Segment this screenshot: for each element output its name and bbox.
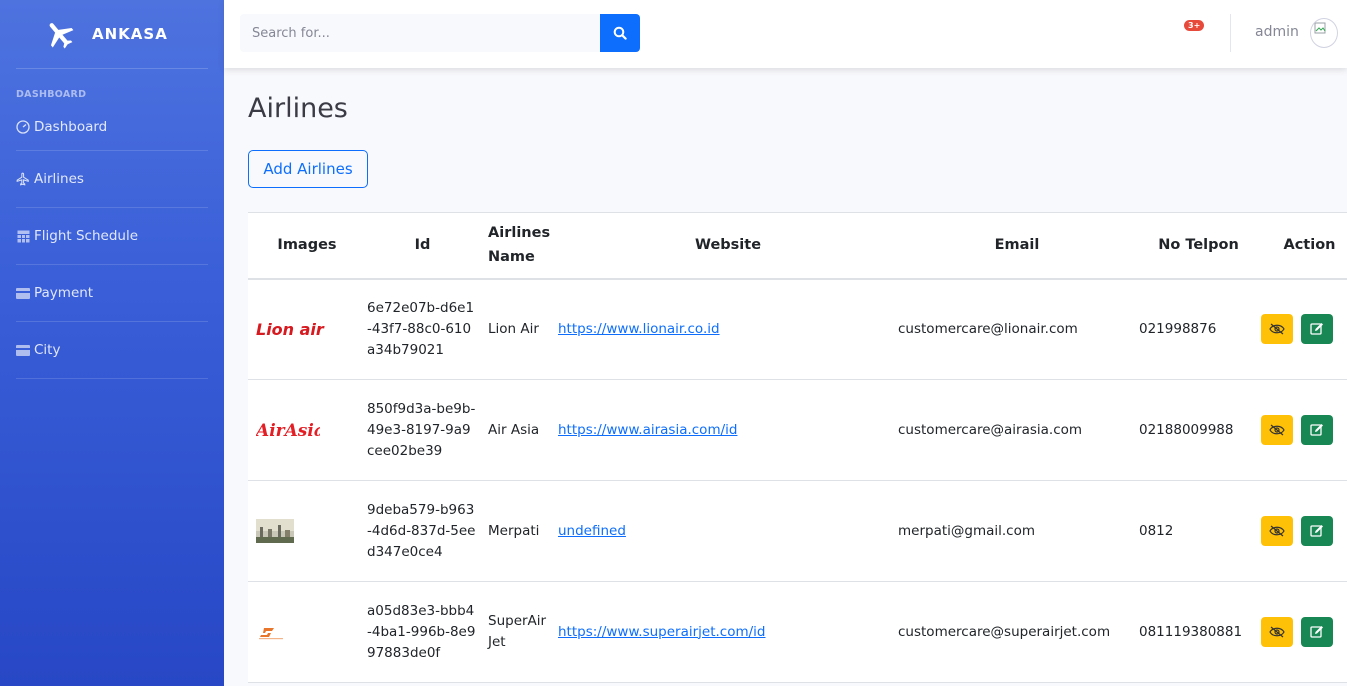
- eye-slash-icon: [1269, 323, 1285, 335]
- search-icon: [613, 26, 627, 40]
- airplane-icon: [16, 172, 30, 186]
- page-title: Airlines: [248, 93, 348, 124]
- website-link[interactable]: https://www.lionair.co.id: [558, 321, 720, 337]
- search-button[interactable]: [600, 14, 640, 52]
- column-header-airlines-name: Airlines Name: [478, 212, 556, 280]
- column-header-id: Id: [358, 212, 478, 280]
- column-header-website: Website: [556, 212, 898, 280]
- add-airlines-button[interactable]: Add Airlines: [248, 150, 368, 188]
- table-row: AirAsia 850f9d3a-be9b-49e3-8197-9a9cee02…: [248, 379, 1347, 481]
- card-icon: [16, 286, 30, 300]
- column-header-action: Action: [1258, 212, 1347, 280]
- logo-text: Lion air: [256, 320, 325, 339]
- search-input[interactable]: [240, 14, 600, 52]
- topbar-divider: [1230, 14, 1231, 52]
- sidebar-item-airlines[interactable]: Airlines: [0, 151, 224, 207]
- edit-icon: [1310, 424, 1323, 436]
- view-button[interactable]: [1261, 516, 1293, 546]
- email-cell: customercare@superairjet.com: [898, 581, 1136, 683]
- edit-button[interactable]: [1301, 516, 1333, 546]
- broken-image-icon: [1314, 22, 1326, 34]
- sidebar-item-city[interactable]: City: [0, 322, 224, 378]
- airline-id: 6e72e07b-d6e1-43f7-88c0-610a34b79021: [358, 278, 478, 380]
- phone-cell: 0812: [1136, 480, 1258, 582]
- sidebar-item-label: City: [34, 342, 61, 358]
- email-cell: customercare@airasia.com: [898, 379, 1136, 481]
- airline-id: a05d83e3-bbb4-4ba1-996b-8e997883de0f: [358, 581, 478, 683]
- sidebar-item-label: Airlines: [34, 171, 84, 187]
- airline-name: SuperAir Jet: [478, 581, 556, 683]
- logo-text: AirAsia: [256, 421, 320, 441]
- table-icon: [16, 229, 30, 243]
- edit-button[interactable]: [1301, 617, 1333, 647]
- sidebar-item-dashboard[interactable]: Dashboard: [0, 104, 224, 150]
- table-row: 9deba579-b963-4d6d-837d-5eed347e0ce4 Mer…: [248, 480, 1347, 582]
- column-header-phone: No Telpon: [1136, 212, 1258, 280]
- view-button[interactable]: [1261, 415, 1293, 445]
- airline-logo: Lion air: [256, 309, 358, 349]
- table-row: a05d83e3-bbb4-4ba1-996b-8e997883de0f Sup…: [248, 581, 1347, 683]
- alerts-badge[interactable]: 3+: [1184, 20, 1205, 31]
- sidebar-item-label: Payment: [34, 285, 94, 301]
- airline-id: 850f9d3a-be9b-49e3-8197-9a9cee02be39: [358, 379, 478, 481]
- airplane-icon: [42, 16, 78, 52]
- main-content: Airlines Add Airlines Images Id Airlines…: [248, 68, 1347, 683]
- website-link[interactable]: undefined: [558, 523, 626, 539]
- table-header-row: Images Id Airlines Name Website Email No…: [248, 212, 1347, 280]
- sidebar-heading: DASHBOARD: [16, 89, 87, 100]
- phone-cell: 081119380881: [1136, 581, 1258, 683]
- edit-button[interactable]: [1301, 314, 1333, 345]
- airline-name: Merpati: [478, 480, 556, 582]
- eye-slash-icon: [1269, 525, 1285, 537]
- user-name[interactable]: admin: [1255, 24, 1299, 40]
- brand[interactable]: ANKASA: [0, 0, 224, 68]
- sidebar: ANKASA DASHBOARD Dashboard Airlines Flig…: [0, 0, 224, 686]
- airline-photo: [256, 511, 358, 551]
- airline-name: Air Asia: [478, 379, 556, 481]
- gauge-icon: [16, 120, 30, 134]
- edit-icon: [1310, 323, 1323, 335]
- phone-cell: 021998876: [1136, 278, 1258, 380]
- avatar[interactable]: [1310, 18, 1338, 48]
- eye-slash-icon: [1269, 424, 1285, 436]
- airline-logo: AirAsia: [256, 410, 358, 450]
- sidebar-item-label: Flight Schedule: [34, 228, 139, 244]
- column-header-email: Email: [898, 212, 1136, 280]
- brand-name: ANKASA: [92, 25, 168, 43]
- column-header-images: Images: [248, 212, 358, 280]
- website-link[interactable]: https://www.superairjet.com/id: [558, 624, 766, 640]
- airline-name: Lion Air: [478, 278, 556, 380]
- sidebar-item-payment[interactable]: Payment: [0, 265, 224, 321]
- phone-cell: 02188009988: [1136, 379, 1258, 481]
- edit-icon: [1310, 626, 1323, 638]
- email-cell: customercare@lionair.com: [898, 278, 1136, 380]
- view-button[interactable]: [1261, 617, 1293, 647]
- edit-button[interactable]: [1301, 415, 1333, 445]
- airline-logo: [256, 612, 358, 652]
- sidebar-divider: [16, 378, 208, 379]
- airlines-table: Images Id Airlines Name Website Email No…: [248, 212, 1347, 683]
- sidebar-item-flight-schedule[interactable]: Flight Schedule: [0, 208, 224, 264]
- eye-slash-icon: [1269, 626, 1285, 638]
- search-group: [240, 14, 640, 52]
- airline-id: 9deba579-b963-4d6d-837d-5eed347e0ce4: [358, 480, 478, 582]
- topbar: 3+ admin: [224, 0, 1347, 68]
- email-cell: merpati@gmail.com: [898, 480, 1136, 582]
- edit-icon: [1310, 525, 1323, 537]
- card-icon: [16, 343, 30, 357]
- sidebar-item-label: Dashboard: [34, 119, 108, 135]
- table-row: Lion air 6e72e07b-d6e1-43f7-88c0-610a34b…: [248, 278, 1347, 380]
- website-link[interactable]: https://www.airasia.com/id: [558, 422, 737, 438]
- view-button[interactable]: [1261, 314, 1293, 345]
